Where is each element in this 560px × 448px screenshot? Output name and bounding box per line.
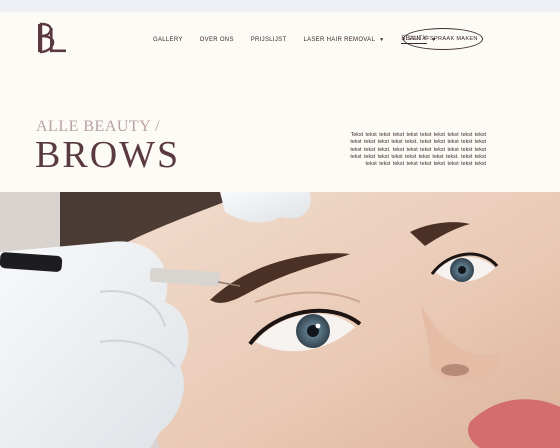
nav-item-label: GALLERY: [153, 37, 183, 43]
hero-description: Tekst tekst tekst tekst tekst tekst teks…: [350, 132, 486, 168]
nav-item-label: OVER ONS: [199, 37, 234, 43]
hero-image: [0, 192, 560, 448]
chevron-down-icon: ▼: [379, 37, 385, 43]
nav-item-over-ons[interactable]: OVER ONS: [200, 37, 234, 43]
nav-item-laser-hair-removal[interactable]: LASER HAIR REMOVAL ▼: [303, 37, 384, 43]
book-appointment-button[interactable]: EEN AFSPRAAK MAKEN: [403, 28, 483, 50]
nav-item-prijslijst[interactable]: PRIJSLIJST: [251, 37, 287, 43]
browser-top-strip: [0, 0, 560, 12]
page: GALLERY OVER ONS PRIJSLIJST LASER HAIR R…: [0, 12, 560, 448]
nav-item-gallery[interactable]: GALLERY: [153, 37, 183, 43]
brow-treatment-photo: [0, 192, 560, 448]
nav-item-label: LASER HAIR REMOVAL: [303, 37, 376, 43]
brand-logo[interactable]: [36, 18, 70, 60]
nav-item-label: PRIJSLIJST: [250, 37, 287, 43]
page-title: BROWS: [35, 134, 181, 176]
